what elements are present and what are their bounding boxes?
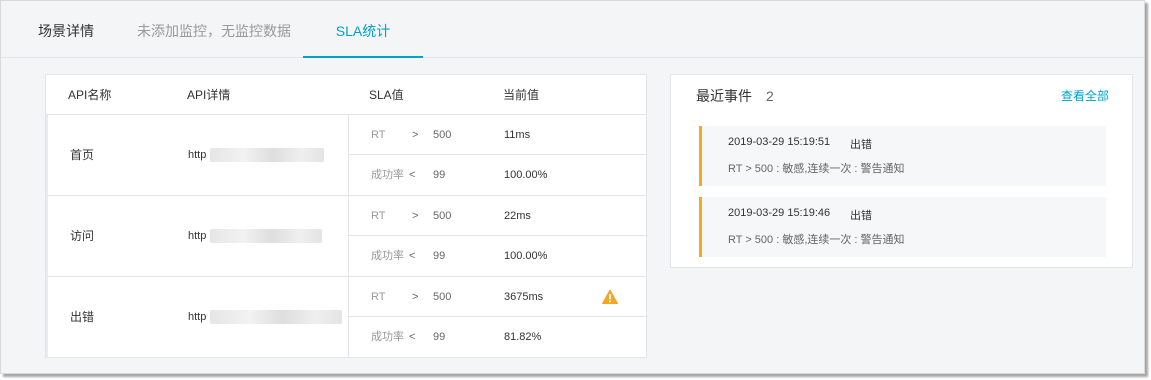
api-url: http: [188, 311, 207, 323]
sla-operator: <: [409, 250, 416, 262]
current-value: 100.00%: [504, 169, 548, 181]
header-current-value: 当前值: [503, 88, 540, 102]
sla-threshold: 99: [433, 331, 446, 343]
redacted-url: [210, 148, 324, 162]
current-value: 22ms: [504, 210, 531, 222]
sla-table: API名称 API详情 SLA值 当前值 首页 http RT > 500 11…: [45, 74, 648, 358]
sla-operator: <: [409, 169, 416, 181]
tab-monitoring[interactable]: 未添加监控，无监控数据: [123, 1, 305, 57]
table-header: API名称 API详情 SLA值 当前值: [46, 75, 646, 115]
view-all-link[interactable]: 查看全部: [1061, 75, 1109, 117]
sla-success-row: 成功率 < 99 100.00%: [349, 236, 648, 277]
tab-bar: 场景详情 未添加监控，无监控数据 SLA统计: [1, 1, 1144, 58]
sla-threshold: 500: [433, 291, 452, 303]
sla-metric: 成功率: [371, 169, 404, 181]
table-row: 访问 http RT > 500 22ms 成功率 < 99 100.00%: [46, 196, 648, 277]
sla-operator: >: [412, 210, 419, 222]
tab-scene-details[interactable]: 场景详情: [21, 1, 111, 57]
current-value: 100.00%: [504, 250, 548, 262]
current-value: 81.82%: [504, 331, 542, 343]
sla-success-row: 成功率 < 99 100.00%: [349, 155, 648, 196]
sla-operator: >: [412, 129, 419, 141]
sla-threshold: 99: [433, 169, 446, 181]
events-title: 最近事件: [696, 88, 752, 104]
event-type: 出错: [850, 210, 872, 222]
sla-rt-row: RT > 500 11ms: [349, 115, 648, 155]
recent-events-card: 最近事件 2 查看全部 2019-03-29 15:19:51 出错 RT > …: [670, 74, 1133, 268]
sla-operator: <: [409, 331, 416, 343]
sla-rt-row: RT > 500 3675ms: [349, 277, 648, 317]
warning-icon[interactable]: [602, 289, 618, 305]
table-row: 首页 http RT > 500 11ms 成功率 < 99 100.00%: [46, 115, 648, 196]
sla-panel: 场景详情 未添加监控，无监控数据 SLA统计 API名称 API详情 SLA值 …: [0, 0, 1145, 374]
event-item[interactable]: 2019-03-29 15:19:51 出错 RT > 500 : 敏感,连续一…: [699, 126, 1106, 186]
sla-metric: RT: [371, 291, 386, 303]
sla-operator: >: [412, 291, 419, 303]
header-api-name: API名称: [68, 88, 112, 102]
sla-threshold: 500: [433, 210, 452, 222]
api-url: http: [188, 230, 207, 242]
events-count: 2: [766, 88, 774, 104]
sla-metric: 成功率: [371, 331, 404, 343]
event-item[interactable]: 2019-03-29 15:19:46 出错 RT > 500 : 敏感,连续一…: [699, 197, 1106, 257]
table-row: 出错 http RT > 500 3675ms 成功率 < 99 81.82%: [46, 277, 648, 358]
row-accent: [46, 115, 48, 195]
current-value: 3675ms: [504, 291, 544, 303]
current-value: 11ms: [504, 129, 531, 141]
row-accent: [46, 196, 48, 276]
row-accent: [46, 277, 48, 358]
sla-success-row: 成功率 < 99 81.82%: [349, 317, 648, 358]
header-api-details: API详情: [187, 88, 231, 102]
event-time: 2019-03-29 15:19:46: [728, 207, 831, 219]
api-name: 首页: [70, 148, 95, 162]
sla-metric: 成功率: [371, 250, 404, 262]
redacted-url: [210, 229, 322, 243]
api-name: 出错: [70, 310, 95, 324]
api-name: 访问: [70, 229, 95, 243]
event-description: RT > 500 : 敏感,连续一次 : 警告通知: [728, 163, 905, 175]
sla-metric: RT: [371, 210, 386, 222]
sla-threshold: 99: [433, 250, 446, 262]
header-sla-value: SLA值: [369, 88, 404, 102]
event-type: 出错: [850, 139, 872, 151]
api-url: http: [188, 149, 207, 161]
sla-rt-row: RT > 500 22ms: [349, 196, 648, 236]
sla-threshold: 500: [433, 129, 452, 141]
event-description: RT > 500 : 敏感,连续一次 : 警告通知: [728, 234, 905, 246]
redacted-url: [210, 310, 342, 324]
event-time: 2019-03-29 15:19:51: [728, 136, 831, 148]
tab-sla-stats[interactable]: SLA统计: [303, 1, 423, 58]
sla-metric: RT: [371, 129, 386, 141]
